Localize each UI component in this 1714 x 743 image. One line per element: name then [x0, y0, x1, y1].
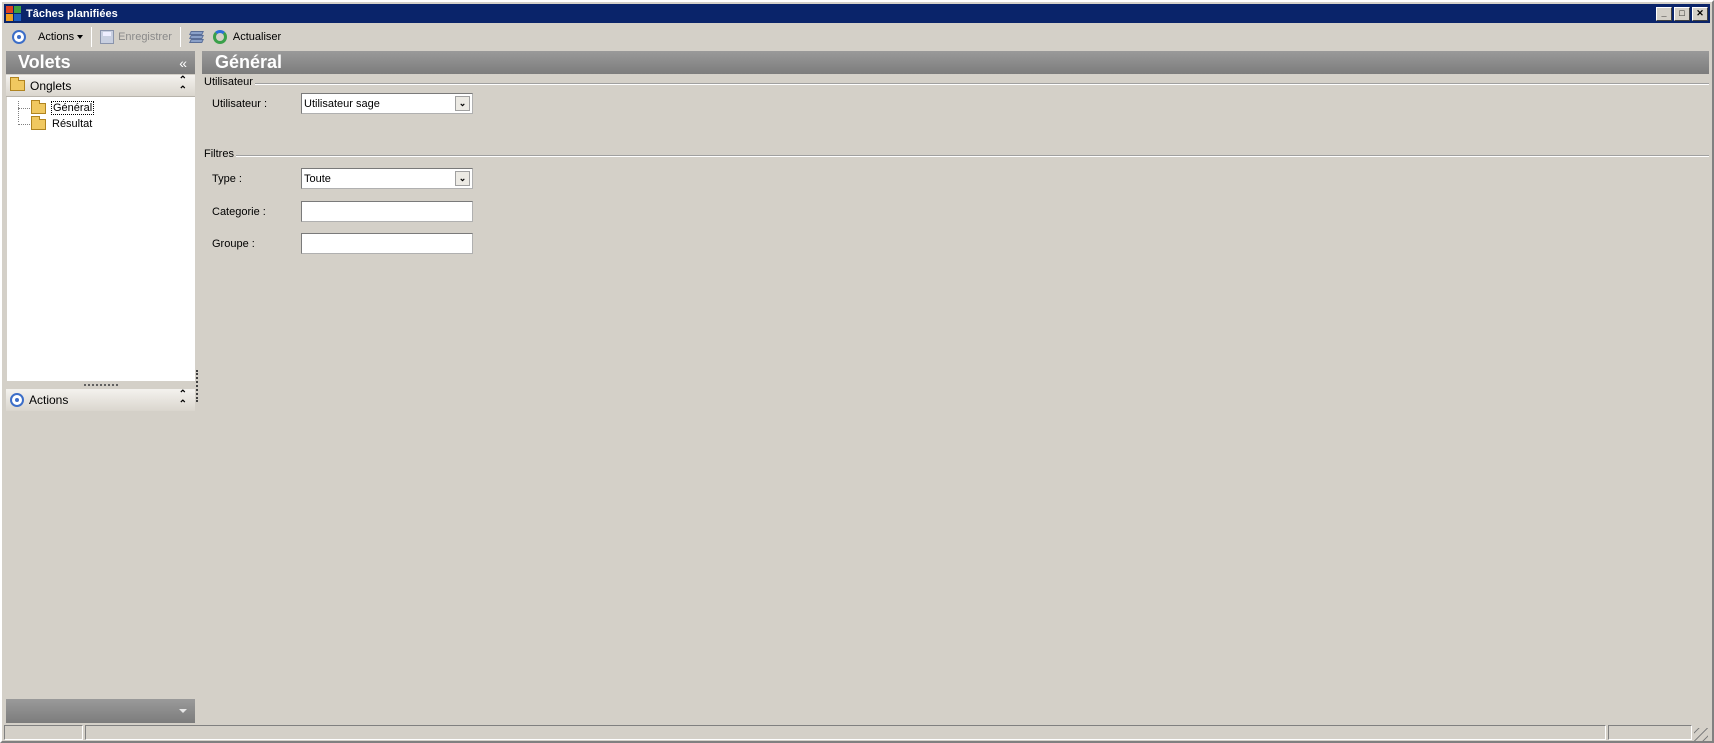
app-window: Tâches planifiées _ □ ✕ Actions Enregist… [0, 0, 1714, 743]
chevron-down-icon [179, 709, 187, 713]
status-panel-1 [4, 725, 83, 740]
resize-grip-icon[interactable] [1694, 728, 1708, 742]
chevron-down-icon[interactable]: ⌄ [455, 171, 470, 186]
tree-item-resultat[interactable]: Résultat [7, 115, 195, 132]
tree-item-label: Résultat [52, 118, 93, 130]
onglets-panel-header[interactable]: Onglets ⌃ ⌃ [6, 75, 195, 97]
volets-header: Volets « [6, 51, 195, 74]
user-label: Utilisateur : [212, 98, 268, 110]
layers-button[interactable] [185, 26, 209, 48]
actions-icon [12, 30, 26, 44]
left-pane: Volets « Onglets ⌃ ⌃ Général Résultat Ac… [6, 51, 195, 725]
actions-panel-header[interactable]: Actions ⌃ ⌃ [6, 389, 195, 411]
collapse-up-icon[interactable]: ⌃ ⌃ [179, 75, 187, 96]
groupe-label: Groupe : [212, 238, 255, 250]
double-chevron-down-icon[interactable]: ⌄ [455, 96, 470, 111]
categorie-label: Categorie : [212, 206, 266, 218]
close-button[interactable]: ✕ [1692, 6, 1708, 21]
user-select[interactable]: Utilisateur sage ⌄ [301, 93, 473, 114]
actions-menu-button[interactable]: Actions [30, 26, 87, 48]
status-panel-2 [85, 725, 1606, 740]
vertical-splitter[interactable] [196, 370, 198, 402]
refresh-button[interactable]: Actualiser [209, 26, 285, 48]
toolbar-separator [179, 27, 181, 47]
user-value: Utilisateur sage [304, 97, 380, 110]
volets-title: Volets [18, 52, 71, 72]
groupe-input[interactable] [301, 233, 473, 254]
pane-overflow-bar[interactable] [6, 699, 195, 723]
refresh-label: Actualiser [232, 31, 282, 43]
save-label: Enregistrer [118, 31, 172, 43]
type-select[interactable]: Toute ⌄ [301, 168, 473, 189]
tree-item-label: Général [51, 101, 95, 115]
save-button[interactable]: Enregistrer [96, 26, 176, 48]
categorie-input[interactable] [301, 201, 473, 222]
maximize-button[interactable]: □ [1674, 6, 1690, 21]
status-bar [4, 725, 1710, 742]
folder-icon [10, 77, 25, 91]
status-panel-3 [1608, 725, 1692, 740]
utilisateur-legend: Utilisateur [204, 76, 255, 88]
actions-panel-title: Actions [29, 393, 69, 407]
type-value: Toute [304, 172, 331, 185]
folder-icon [31, 115, 46, 130]
minimize-button[interactable]: _ [1656, 6, 1672, 21]
window-title: Tâches planifiées [26, 7, 118, 20]
utilisateur-group: Utilisateur Utilisateur : Utilisateur sa… [204, 76, 1709, 136]
onglets-title: Onglets [30, 78, 72, 93]
tree-item-general[interactable]: Général [7, 99, 195, 116]
collapse-pane-button[interactable]: « [179, 55, 187, 71]
panel-splitter[interactable] [6, 381, 195, 389]
title-bar[interactable]: Tâches planifiées _ □ ✕ [4, 4, 1710, 23]
open-folder-icon [31, 99, 46, 114]
collapse-up-icon[interactable]: ⌃ ⌃ [179, 390, 187, 410]
page-title: Général [202, 51, 1709, 74]
grip-handle-icon [83, 384, 118, 386]
type-label: Type : [212, 173, 242, 185]
actions-menu-label: Actions [38, 31, 75, 43]
app-icon [6, 5, 22, 22]
toolbar: Actions Enregistrer Actualiser [4, 24, 1710, 50]
layers-icon [188, 30, 205, 44]
refresh-icon [212, 30, 227, 44]
filtres-group: Filtres Type : Toute ⌄ Categorie : Group… [204, 148, 1709, 308]
actions-menu-icon-button[interactable] [8, 26, 30, 48]
toolbar-separator [91, 27, 93, 47]
save-icon [100, 30, 115, 44]
chevron-down-icon [77, 35, 84, 39]
main-pane: Général Utilisateur Utilisateur : Utilis… [202, 51, 1709, 725]
actions-icon [10, 393, 24, 407]
onglets-tree: Général Résultat [6, 97, 195, 381]
filtres-legend: Filtres [204, 148, 236, 160]
